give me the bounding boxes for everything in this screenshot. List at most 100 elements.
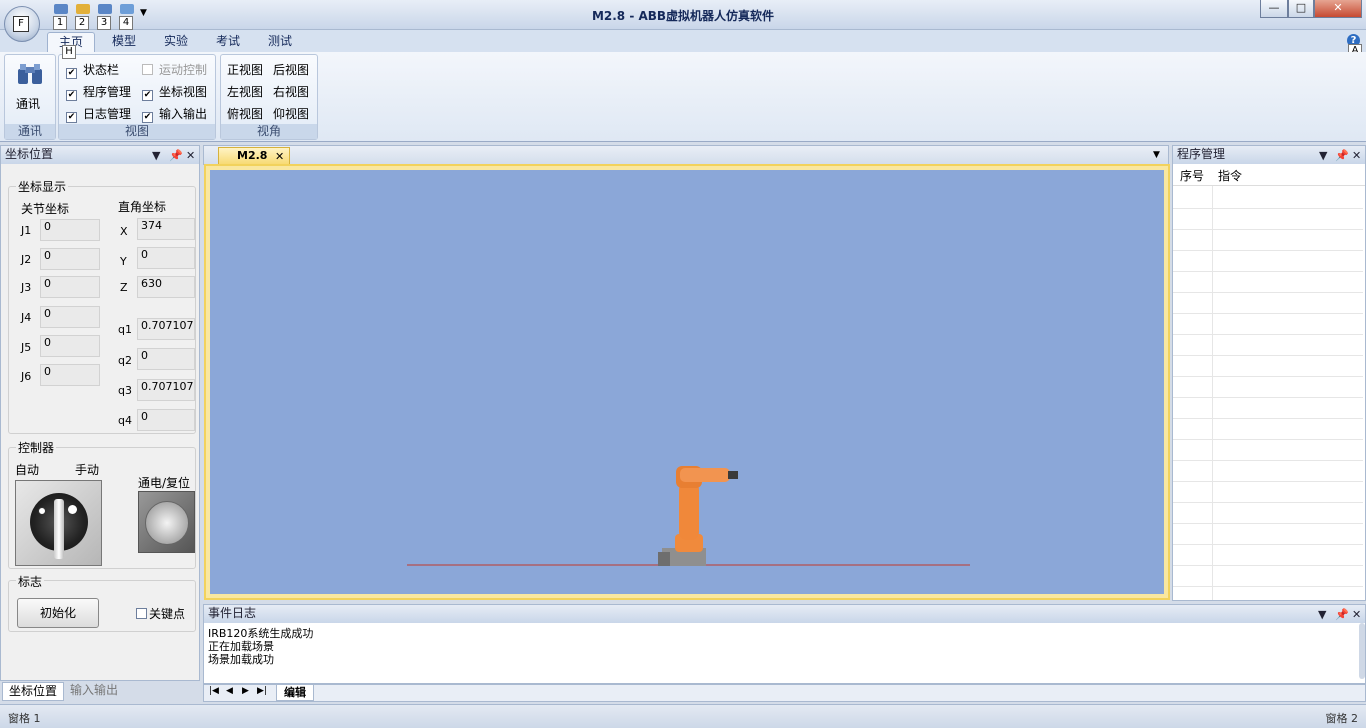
j4-label: J4 xyxy=(21,311,32,324)
controller-title: 控制器 xyxy=(16,439,57,456)
front-view-button[interactable]: 正视图 xyxy=(227,61,263,78)
tab-experiment[interactable]: 实验 xyxy=(156,32,196,52)
program-grid-row[interactable] xyxy=(1173,314,1363,335)
power-reset-button[interactable] xyxy=(138,491,195,553)
left-view-button[interactable]: 左视图 xyxy=(227,83,263,100)
robot-scene[interactable] xyxy=(210,170,1164,594)
flag-title: 标志 xyxy=(16,573,45,590)
program-grid-row[interactable] xyxy=(1173,188,1363,209)
j2-field: 0 xyxy=(40,248,100,270)
tab-test[interactable]: 测试 xyxy=(260,32,300,52)
program-grid-row[interactable] xyxy=(1173,230,1363,251)
io-checkbox[interactable]: ✔ 输入输出 xyxy=(142,105,207,123)
doc-tab-close-icon[interactable]: ✕ xyxy=(275,150,284,163)
init-button[interactable]: 初始化 xyxy=(17,598,99,628)
checkmark-icon: ✔ xyxy=(66,90,77,101)
program-grid-row[interactable] xyxy=(1173,335,1363,356)
cart-header: 直角坐标 xyxy=(118,200,167,214)
top-view-button[interactable]: 俯视图 xyxy=(227,105,263,122)
keypoint-checkbox[interactable]: 关键点 xyxy=(136,605,185,622)
program-grid-row[interactable] xyxy=(1173,419,1363,440)
nav-last-icon[interactable]: ▶| xyxy=(257,686,267,696)
panel-dropdown-icon[interactable]: ▼ xyxy=(1318,606,1326,623)
document-tabstrip xyxy=(203,145,1169,165)
tab-edit[interactable]: 编辑 xyxy=(276,684,314,701)
program-grid-row[interactable] xyxy=(1173,209,1363,230)
panel-close-icon[interactable]: ✕ xyxy=(1352,606,1361,623)
tab-model[interactable]: 模型 xyxy=(104,32,144,52)
doc-dropdown-icon[interactable]: ▼ xyxy=(1153,150,1160,160)
program-grid-row[interactable] xyxy=(1173,440,1363,461)
q4-label: q4 xyxy=(118,414,132,427)
program-grid-row[interactable] xyxy=(1173,356,1363,377)
program-grid-row[interactable] xyxy=(1173,524,1363,545)
pin-icon[interactable]: 📌 xyxy=(1335,147,1349,164)
minimize-button[interactable]: — xyxy=(1260,0,1288,18)
keypoint-label: 关键点 xyxy=(149,607,186,621)
power-button-icon xyxy=(145,501,189,545)
q2-label: q2 xyxy=(118,354,132,367)
panel-close-icon[interactable]: ✕ xyxy=(1352,147,1361,164)
tab-exam[interactable]: 考试 xyxy=(208,32,248,52)
status-pane-1: 窗格 1 xyxy=(8,712,41,725)
status-bar: 窗格 1 窗格 2 xyxy=(0,704,1366,728)
log-line: 正在加载场景 xyxy=(208,640,274,653)
log-scrollbar[interactable] xyxy=(1359,623,1365,679)
j1-field: 0 xyxy=(40,219,100,241)
bottom-view-button[interactable]: 仰视图 xyxy=(273,105,309,122)
mode-key-switch[interactable] xyxy=(15,480,102,566)
panel-close-icon[interactable]: ✕ xyxy=(186,147,195,164)
back-view-button[interactable]: 后视图 xyxy=(273,61,309,78)
application-menu-button[interactable]: F xyxy=(4,6,40,42)
program-grid-row[interactable] xyxy=(1173,398,1363,419)
ribbon-group-angle: 正视图 后视图 左视图 右视图 俯视图 仰视图 视角 xyxy=(220,54,318,140)
panel-dropdown-icon[interactable]: ▼ xyxy=(152,147,160,164)
coord-view-checkbox[interactable]: ✔ 坐标视图 xyxy=(142,83,207,101)
j4-field: 0 xyxy=(40,306,100,328)
program-grid-row[interactable] xyxy=(1173,377,1363,398)
group-label-comm: 通讯 xyxy=(5,124,55,139)
checkmark-icon: ✔ xyxy=(66,112,77,123)
program-grid-row[interactable] xyxy=(1173,503,1363,524)
program-grid-row[interactable] xyxy=(1173,293,1363,314)
j2-label: J2 xyxy=(21,253,32,266)
program-mgmt-checkbox[interactable]: ✔ 程序管理 xyxy=(66,83,131,101)
program-grid-row[interactable] xyxy=(1173,251,1363,272)
motion-control-checkbox[interactable]: 运动控制 xyxy=(142,61,207,78)
program-grid-row[interactable] xyxy=(1173,272,1363,293)
panel-dropdown-icon[interactable]: ▼ xyxy=(1319,147,1327,164)
robot-arm-icon xyxy=(658,466,738,566)
col-instruction[interactable]: 指令 xyxy=(1218,167,1242,184)
tab-io[interactable]: 输入输出 xyxy=(64,682,124,701)
program-grid-row[interactable] xyxy=(1173,461,1363,482)
program-panel-header: 程序管理 ▼ 📌 ✕ xyxy=(1173,146,1365,164)
viewport-frame xyxy=(204,164,1170,600)
comm-button[interactable]: 通讯 xyxy=(16,95,40,112)
binoculars-icon xyxy=(17,63,43,85)
maximize-button[interactable]: □ xyxy=(1288,0,1314,18)
y-label: Y xyxy=(120,255,127,268)
program-grid-header: 序号 指令 xyxy=(1173,164,1365,186)
coord-display-title: 坐标显示 xyxy=(16,178,69,195)
event-log-title: 事件日志 xyxy=(208,606,257,620)
program-grid-row[interactable] xyxy=(1173,482,1363,503)
pin-icon[interactable]: 📌 xyxy=(169,147,183,164)
statusbar-checkbox[interactable]: ✔ 状态栏 xyxy=(66,61,119,79)
status-pane-2: 窗格 2 xyxy=(1325,712,1359,725)
right-view-button[interactable]: 右视图 xyxy=(273,83,309,100)
j5-field: 0 xyxy=(40,335,100,357)
group-label-view: 视图 xyxy=(59,124,215,139)
io-label: 输入输出 xyxy=(159,107,208,121)
pin-icon[interactable]: 📌 xyxy=(1335,606,1349,623)
col-index[interactable]: 序号 xyxy=(1180,167,1204,184)
close-button[interactable]: ✕ xyxy=(1314,0,1362,18)
program-grid-row[interactable] xyxy=(1173,545,1363,566)
nav-prev-icon[interactable]: ◀ xyxy=(226,686,233,696)
nav-next-icon[interactable]: ▶ xyxy=(242,686,249,696)
q3-field: 0.707107 xyxy=(137,379,195,401)
program-grid-row[interactable] xyxy=(1173,566,1363,587)
nav-first-icon[interactable]: |◀ xyxy=(209,686,219,696)
log-mgmt-checkbox[interactable]: ✔ 日志管理 xyxy=(66,105,131,123)
power-reset-label: 通电/复位 xyxy=(138,476,191,490)
tab-coord-position[interactable]: 坐标位置 xyxy=(2,682,64,701)
